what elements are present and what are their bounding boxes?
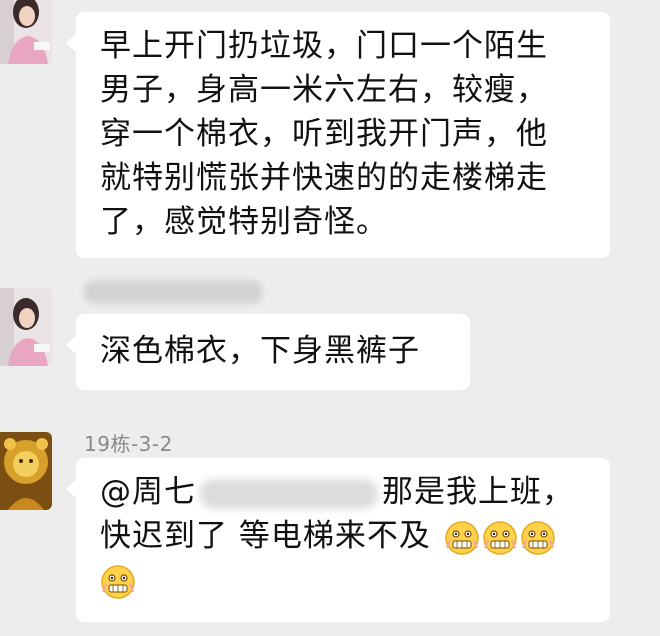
- message-1-line-5: 了，感觉特别奇怪。: [100, 204, 388, 240]
- avatar-woman-2[interactable]: [0, 288, 52, 366]
- message-1-line-4: 就特别慌张并快速的的走楼梯走: [100, 160, 548, 196]
- avatar-golden-lion[interactable]: [0, 432, 52, 510]
- message-2-text: 深色棉衣，下身黑裤子: [100, 333, 420, 369]
- message-1-line-3: 穿一个棉衣，听到我开门声，他: [100, 116, 548, 152]
- message-1-line-1: 早上开门扔垃圾，门口一个陌生: [100, 28, 548, 64]
- message-3-line-2-text: 快迟到了 等电梯来不及: [100, 518, 431, 554]
- message-bubble-2[interactable]: 深色棉衣，下身黑裤子: [66, 314, 470, 390]
- grimacing-emoji-icon: [482, 520, 518, 556]
- message-3-line-3: [100, 558, 596, 602]
- message-bubble-1[interactable]: 早上开门扔垃圾，门口一个陌生 男子，身高一米六左右，较瘦， 穿一个棉衣，听到我开…: [66, 12, 610, 258]
- grimacing-emoji-icon: [520, 520, 556, 556]
- message-3-line-1-text: 那是我上班，: [382, 474, 574, 510]
- mention-text[interactable]: @周七: [100, 474, 196, 510]
- sender-name: 19栋-3-2: [84, 432, 173, 456]
- message-3-line-1: @周七 那是我上班，: [100, 470, 596, 514]
- message-3-line-2: 快迟到了 等电梯来不及: [100, 514, 596, 558]
- grimacing-emoji-icon: [100, 564, 136, 600]
- sender-name-blurred: [84, 280, 262, 304]
- avatar-woman-1[interactable]: [0, 0, 52, 64]
- message-1-line-2: 男子，身高一米六左右，较瘦，: [100, 72, 548, 108]
- message-bubble-3[interactable]: @周七 那是我上班， 快迟到了 等电梯来不及: [66, 458, 610, 622]
- grimacing-emoji-icon: [444, 520, 480, 556]
- redacted-name: [200, 478, 378, 509]
